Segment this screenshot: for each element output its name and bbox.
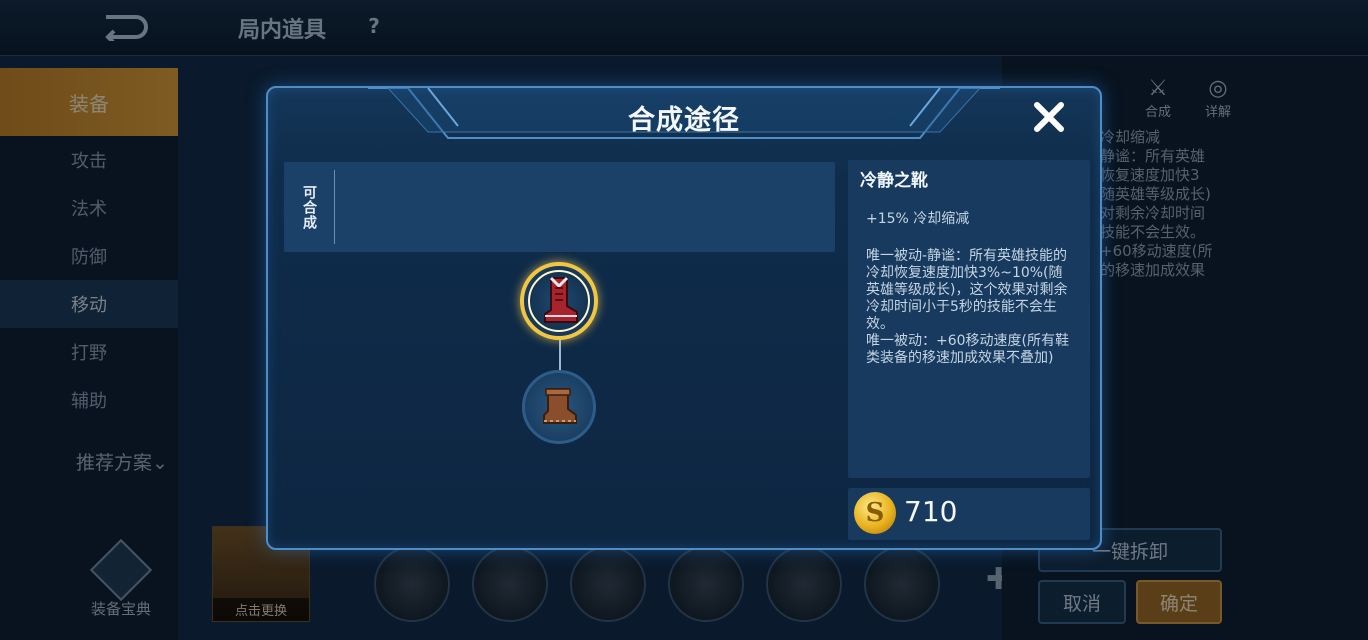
cancel-button[interactable]: 取消 <box>1038 580 1126 624</box>
equipment-codex-button[interactable]: 装备宝典 <box>84 538 158 619</box>
confirm-button[interactable]: 确定 <box>1136 580 1222 624</box>
craftable-divider <box>334 170 335 244</box>
item-description: 唯一被动-静谧：所有英雄技能的冷却恢复速度加快3%~10%(随英雄等级成长)，这… <box>866 248 1070 366</box>
item-price: 710 <box>904 495 958 528</box>
equip-slot-6[interactable] <box>864 546 940 622</box>
category-attack[interactable]: 攻击 <box>0 136 178 184</box>
craftable-label: 可合成 <box>301 184 317 230</box>
back-arrow-icon <box>105 15 148 41</box>
equip-slot-5[interactable] <box>766 546 842 622</box>
codex-book-icon <box>89 538 153 602</box>
craft-tab-label: 合成 <box>1144 105 1171 120</box>
category-support[interactable]: 辅助 <box>0 376 178 424</box>
category-defense[interactable]: 防御 <box>0 232 178 280</box>
category-movement[interactable]: 移动 <box>0 280 178 328</box>
equip-slot-1[interactable] <box>374 546 450 622</box>
equip-slot-3[interactable] <box>570 546 646 622</box>
price-panel: S 710 <box>848 488 1090 540</box>
detail-icon: ◎ <box>1208 76 1228 101</box>
crafting-path-modal: 合成途径 可合成 冷静之靴 +15% 冷却缩减 唯一被动-静谧：所有英雄技能的冷… <box>266 86 1102 550</box>
help-icon[interactable]: ? <box>362 14 386 38</box>
category-jungle[interactable]: 打野 <box>0 328 178 376</box>
recommend-plan-dropdown[interactable]: 推荐方案⌄ <box>76 448 168 475</box>
craftable-into-bar: 可合成 <box>284 162 835 252</box>
category-equipment[interactable]: 装备 <box>0 68 178 136</box>
page-title: 局内道具 <box>238 18 327 43</box>
chevron-down-icon: ⌄ <box>152 452 168 474</box>
modal-title: 合成途径 <box>628 105 740 136</box>
item-name: 冷静之靴 <box>860 171 928 191</box>
close-button[interactable] <box>1028 96 1070 138</box>
gold-coin-icon: S <box>854 492 896 534</box>
codex-label: 装备宝典 <box>90 600 151 618</box>
equip-slot-4[interactable] <box>668 546 744 622</box>
detail-tab-label: 详解 <box>1204 105 1231 120</box>
crafting-tree <box>518 260 602 450</box>
modal-header: 合成途径 <box>268 88 1100 144</box>
category-magic[interactable]: 法术 <box>0 184 178 232</box>
back-button[interactable] <box>92 10 156 44</box>
component-item-node[interactable] <box>522 370 596 444</box>
crossed-swords-icon: ⚔ <box>1148 76 1168 101</box>
background-description: 冷却缩减 静谧：所有英雄 恢复速度加快3 随英雄等级成长) 对剩余冷却时间 技能… <box>1100 128 1213 279</box>
top-bar: 局内道具 ? <box>0 0 1368 56</box>
recommend-plan-label: 推荐方案 <box>76 452 153 474</box>
detail-tab[interactable]: ◎ 详解 <box>1198 76 1238 120</box>
item-detail-panel: 冷静之靴 +15% 冷却缩减 唯一被动-静谧：所有英雄技能的冷却恢复速度加快3%… <box>848 160 1090 478</box>
item-image <box>528 270 590 332</box>
craft-tab[interactable]: ⚔ 合成 <box>1138 76 1178 120</box>
boots-red-icon <box>544 276 578 323</box>
close-icon <box>1034 102 1064 132</box>
boots-brown-icon <box>543 388 577 424</box>
equip-slot-2[interactable] <box>472 546 548 622</box>
item-stat: +15% 冷却缩减 <box>866 211 970 227</box>
change-hero-label: 点击更换 <box>213 598 309 621</box>
selected-item-node[interactable] <box>520 262 598 340</box>
